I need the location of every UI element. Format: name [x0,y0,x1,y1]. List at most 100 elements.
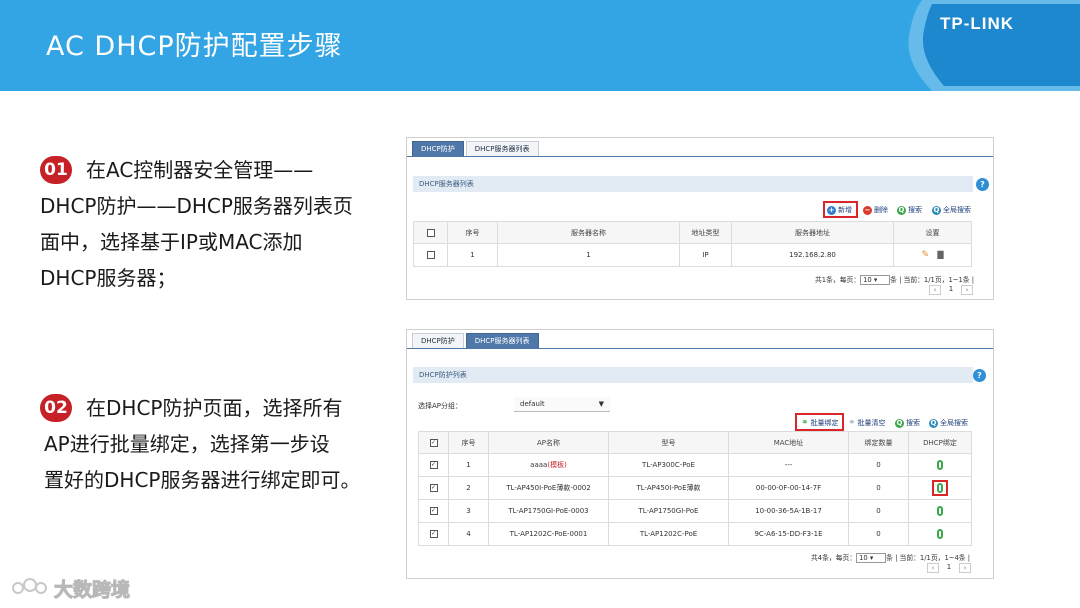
bind-clip-icon[interactable] [937,460,943,470]
prev-page-button[interactable]: ‹ [929,285,941,295]
cell-settings: ✎ ▇ [893,243,972,267]
highlight-box [823,201,858,218]
pagination-info: 共1条，每页： 10 ▾ 条 | 当前：1/1页，1~1条 | [815,275,975,285]
bind-clip-icon[interactable] [937,483,943,493]
tab-dhcp-server-list[interactable]: DHCP服务器列表 [465,141,539,156]
cell-model: TL-AP1202C-PoE [608,522,729,546]
batch-clear-button[interactable]: ⚭ 批量清空 [848,418,886,428]
next-page-button[interactable]: › [961,285,973,295]
step-1-badge: 01 [40,156,72,184]
screenshot-dhcp-protect-list: DHCP防护 DHCP服务器列表 DHCP防护列表 ? 选择AP分组： defa… [406,329,994,579]
cell-index: 3 [448,499,489,523]
ap-group-label: 选择AP分组： [418,402,463,410]
col-header: DHCP绑定 [908,431,972,454]
table-row: ✓ 4 TL-AP1202C-PoE-0001 TL-AP1202C-PoE 9… [418,522,972,546]
current-page: 1 [948,285,954,293]
search-button[interactable]: Q 搜索 [895,418,920,428]
pagination-controls: ‹ 1 › [927,563,971,573]
cell-dhcp-bind [908,453,972,477]
cell-model: TL-AP450I-PoE薄款 [608,476,729,500]
tab-dhcp-protect[interactable]: DHCP防护 [412,333,464,348]
per-page-select[interactable]: 10 ▾ [856,553,887,563]
help-icon[interactable]: ? [973,369,986,382]
watermark-logo-icon [12,578,47,594]
row-checkbox[interactable]: ✓ [429,484,438,492]
minus-icon: − [863,205,872,215]
tplink-logo: TP-LINK [940,14,1015,33]
step-2-line: 置好的DHCP服务器进行绑定即可。 [44,468,361,492]
cell-index: 1 [447,243,498,267]
section-title: DHCP服务器列表 [413,176,973,192]
global-search-button[interactable]: Q 全局搜索 [932,205,971,215]
table-row: 1 1 IP 192.168.2.80 ✎ ▇ [413,243,972,267]
tab-dhcp-protect[interactable]: DHCP防护 [412,141,464,156]
cell-address-type: IP [679,243,732,267]
search-button[interactable]: Q 搜索 [897,205,922,215]
cell-ap-name: TL-AP1202C-PoE-0001 [488,522,609,546]
per-page-select[interactable]: 10 ▾ [860,275,891,285]
cell-bind-count: 0 [848,522,909,546]
cell-bind-count: 0 [848,453,909,477]
cell-index: 1 [448,453,489,477]
row-checkbox[interactable]: ✓ [429,507,438,515]
select-all-checkbox[interactable]: ✓ [429,438,438,447]
cell-dhcp-bind [908,476,972,500]
col-header: 服务器地址 [731,221,894,244]
cell-mac: 00-00-0F-00-14-7F [728,476,849,500]
highlight-box [795,413,844,431]
col-header: MAC地址 [728,431,849,454]
current-page: 1 [946,563,952,571]
table-row: ✓ 1 aaaa(模板) TL-AP300C-PoE --- 0 [418,453,972,477]
cell-ap-name: TL-AP1750GI-PoE-0003 [488,499,609,523]
tab-dhcp-server-list[interactable]: DHCP服务器列表 [465,333,539,348]
next-page-button[interactable]: › [959,563,971,573]
cell-model: TL-AP1750GI-PoE [608,499,729,523]
ap-group-select[interactable]: default ▼ [514,397,610,412]
cell-server-name: 1 [497,243,680,267]
table-header-row: 序号 服务器名称 地址类型 服务器地址 设置 [413,221,972,244]
step-2-badge: 02 [40,394,72,422]
search-icon: Q [895,418,904,428]
global-search-icon: Q [929,418,938,428]
cell-index: 2 [448,476,489,500]
search-icon: Q [897,205,906,215]
trash-icon[interactable]: ▇ [937,250,943,259]
cell-dhcp-bind [908,499,972,523]
help-icon[interactable]: ? [976,178,989,191]
step-1-line: 面中，选择基于IP或MAC添加 [40,230,303,254]
pagination-info: 共4条，每页： 10 ▾ 条 | 当前：1/1页，1~4条 | [811,553,971,563]
global-search-button[interactable]: Q 全局搜索 [929,418,968,428]
col-header: AP名称 [488,431,609,454]
tab-underline [407,348,993,349]
edit-pencil-icon[interactable]: ✎ [922,250,930,260]
col-header: 序号 [448,431,489,454]
cell-ap-name: aaaa(模板) [488,453,609,477]
step-1-text: 01 在AC控制器安全管理—— DHCP防护——DHCP服务器列表页 面中，选择基… [40,152,353,296]
cell-model: TL-AP300C-PoE [608,453,729,477]
bind-clip-icon[interactable] [937,529,943,539]
chevron-down-icon: ▼ [598,400,604,408]
delete-button[interactable]: − 删除 [863,205,888,215]
bind-clip-icon[interactable] [937,506,943,516]
select-all-checkbox[interactable] [426,228,435,237]
row-checkbox[interactable] [426,251,435,259]
step-1-line: DHCP防护——DHCP服务器列表页 [40,194,353,218]
cell-mac: --- [728,453,849,477]
table-row: ✓ 3 TL-AP1750GI-PoE-0003 TL-AP1750GI-PoE… [418,499,972,523]
step-1-line: 在AC控制器安全管理—— [86,158,314,182]
col-header: 地址类型 [679,221,732,244]
col-header: 绑定数量 [848,431,909,454]
step-1-line: DHCP服务器； [40,266,177,290]
highlight-box [932,480,948,496]
prev-page-button[interactable]: ‹ [927,563,939,573]
table-header-row: ✓ 序号 AP名称 型号 MAC地址 绑定数量 DHCP绑定 [418,431,972,454]
section-title: DHCP防护列表 [413,367,973,383]
row-checkbox[interactable]: ✓ [429,461,438,469]
watermark-text: 大数跨境 [53,579,131,602]
cell-mac: 9C-A6-15-DD-F3-1E [728,522,849,546]
col-header: 型号 [608,431,729,454]
row-checkbox[interactable]: ✓ [429,530,438,538]
template-tag: (模板) [547,461,567,469]
cell-mac: 10-00-36-5A-1B-17 [728,499,849,523]
cell-ap-name: TL-AP450I-PoE薄款-0002 [488,476,609,500]
